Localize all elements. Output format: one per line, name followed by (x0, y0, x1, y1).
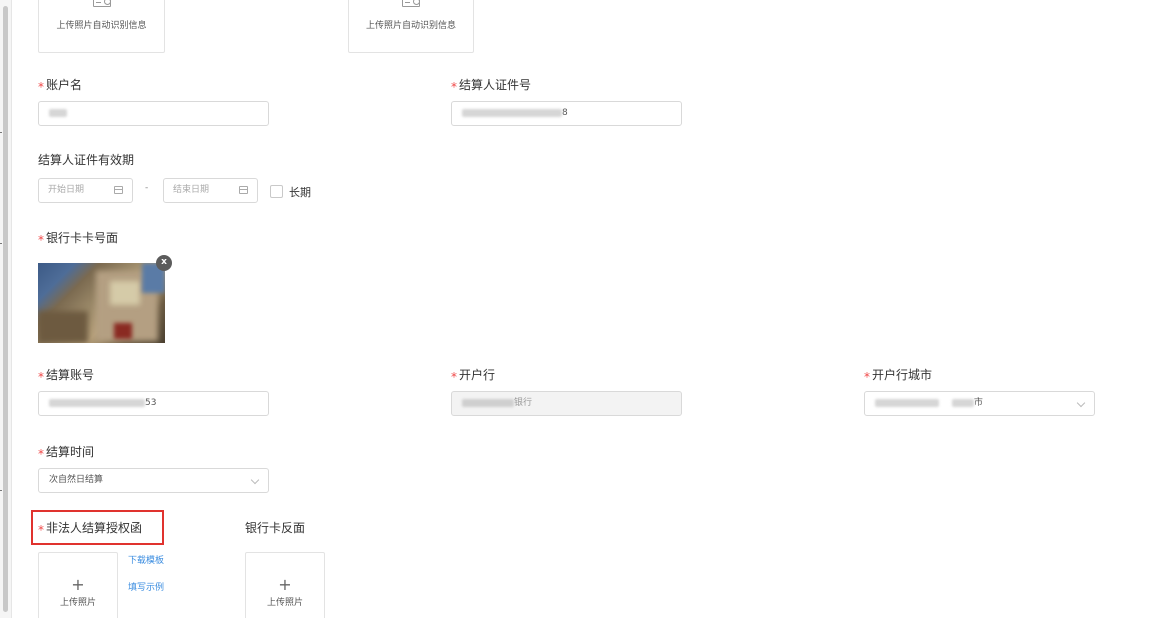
mosaic-block (38, 311, 88, 343)
opening-city-label-text: 开户行城市 (872, 368, 933, 382)
redacted-value (462, 108, 562, 117)
account-name-input[interactable] (38, 101, 269, 126)
opening-bank-label-text: 开户行 (459, 368, 496, 382)
chevron-down-icon (250, 475, 260, 485)
plus-icon: + (278, 575, 292, 594)
required-mark: * (38, 447, 44, 461)
opening-bank-input: 银行 (451, 391, 682, 416)
settlement-account-label: * 结算账号 (38, 366, 95, 384)
rail-tick (0, 132, 2, 133)
bank-card-back-label: 银行卡反面 (245, 521, 306, 535)
opening-bank-value: 银行 (514, 398, 533, 408)
account-name-label: * 账户名 (38, 76, 83, 94)
mosaic-block (114, 323, 132, 339)
settlement-account-value: 53 (145, 398, 157, 408)
end-date-placeholder: 结束日期 (173, 185, 210, 195)
start-date-placeholder: 开始日期 (48, 185, 85, 195)
required-mark: * (451, 370, 457, 384)
end-date-input[interactable]: 结束日期 (163, 178, 258, 203)
rail-tick (0, 490, 2, 491)
settlement-time-label-text: 结算时间 (46, 445, 95, 459)
required-mark: * (38, 80, 44, 94)
required-mark: * (38, 233, 44, 247)
scrollbar-thumb[interactable] (3, 6, 8, 612)
upload-caption: 上传照片 (266, 598, 303, 608)
id-front-upload[interactable]: 上传照片自动识别信息 (38, 0, 165, 53)
id-back-upload[interactable]: 上传照片自动识别信息 (348, 0, 474, 53)
bank-card-front-label: * 银行卡卡号面 (38, 229, 119, 247)
opening-bank-label: * 开户行 (451, 366, 496, 384)
settlement-time-label: * 结算时间 (38, 443, 95, 461)
bank-card-back-upload[interactable]: + 上传照片 (245, 552, 325, 618)
long-term-label: 长期 (289, 186, 311, 199)
settler-id-input[interactable]: 8 (451, 101, 682, 126)
required-mark: * (451, 80, 457, 94)
opening-city-select[interactable]: 市 (864, 391, 1095, 416)
id-front-upload-caption: 上传照片自动识别信息 (56, 21, 147, 31)
date-separator: - (145, 183, 149, 193)
redacted-value (951, 398, 974, 407)
authorization-letter-label: * 非法人结算授权函 (38, 519, 143, 537)
account-name-label-text: 账户名 (46, 78, 83, 92)
id-card-icon (92, 0, 111, 7)
download-template-link[interactable]: 下载模板 (128, 553, 164, 566)
redacted-value (875, 398, 939, 407)
id-back-upload-caption: 上传照片自动识别信息 (365, 21, 456, 31)
plus-icon: + (71, 575, 85, 594)
required-mark: * (38, 370, 44, 384)
settlement-account-input[interactable]: 53 (38, 391, 269, 416)
redacted-value (462, 398, 514, 407)
redacted-value (49, 108, 67, 117)
settler-id-value: 8 (562, 108, 568, 118)
required-mark: * (38, 523, 44, 537)
authorization-letter-upload[interactable]: + 上传照片 (38, 552, 118, 618)
opening-city-value: 市 (973, 398, 983, 408)
remove-photo-button[interactable]: x (156, 255, 172, 271)
chevron-down-icon (1076, 398, 1086, 408)
calendar-icon (114, 186, 123, 194)
mosaic-block (110, 281, 140, 305)
calendar-icon (239, 186, 248, 194)
id-validity-label: 结算人证件有效期 (38, 153, 135, 167)
settlement-time-value: 次自然日结算 (49, 475, 104, 485)
opening-city-label: * 开户行城市 (864, 366, 933, 384)
long-term-checkbox[interactable] (270, 185, 283, 198)
authorization-letter-label-text: 非法人结算授权函 (46, 521, 143, 535)
id-card-icon (402, 0, 420, 7)
bank-card-front-label-text: 银行卡卡号面 (46, 231, 119, 245)
redacted-value (49, 398, 145, 407)
rail-tick (0, 243, 2, 244)
settler-id-label: * 结算人证件号 (451, 76, 532, 94)
start-date-input[interactable]: 开始日期 (38, 178, 133, 203)
fill-example-link[interactable]: 填写示例 (128, 580, 164, 593)
settler-id-label-text: 结算人证件号 (459, 78, 532, 92)
required-mark: * (864, 370, 870, 384)
bank-card-front-photo[interactable] (38, 263, 165, 343)
upload-caption: 上传照片 (59, 598, 96, 608)
left-scrollbar[interactable] (0, 0, 12, 618)
settlement-time-select[interactable]: 次自然日结算 (38, 468, 269, 493)
settlement-account-label-text: 结算账号 (46, 368, 95, 382)
